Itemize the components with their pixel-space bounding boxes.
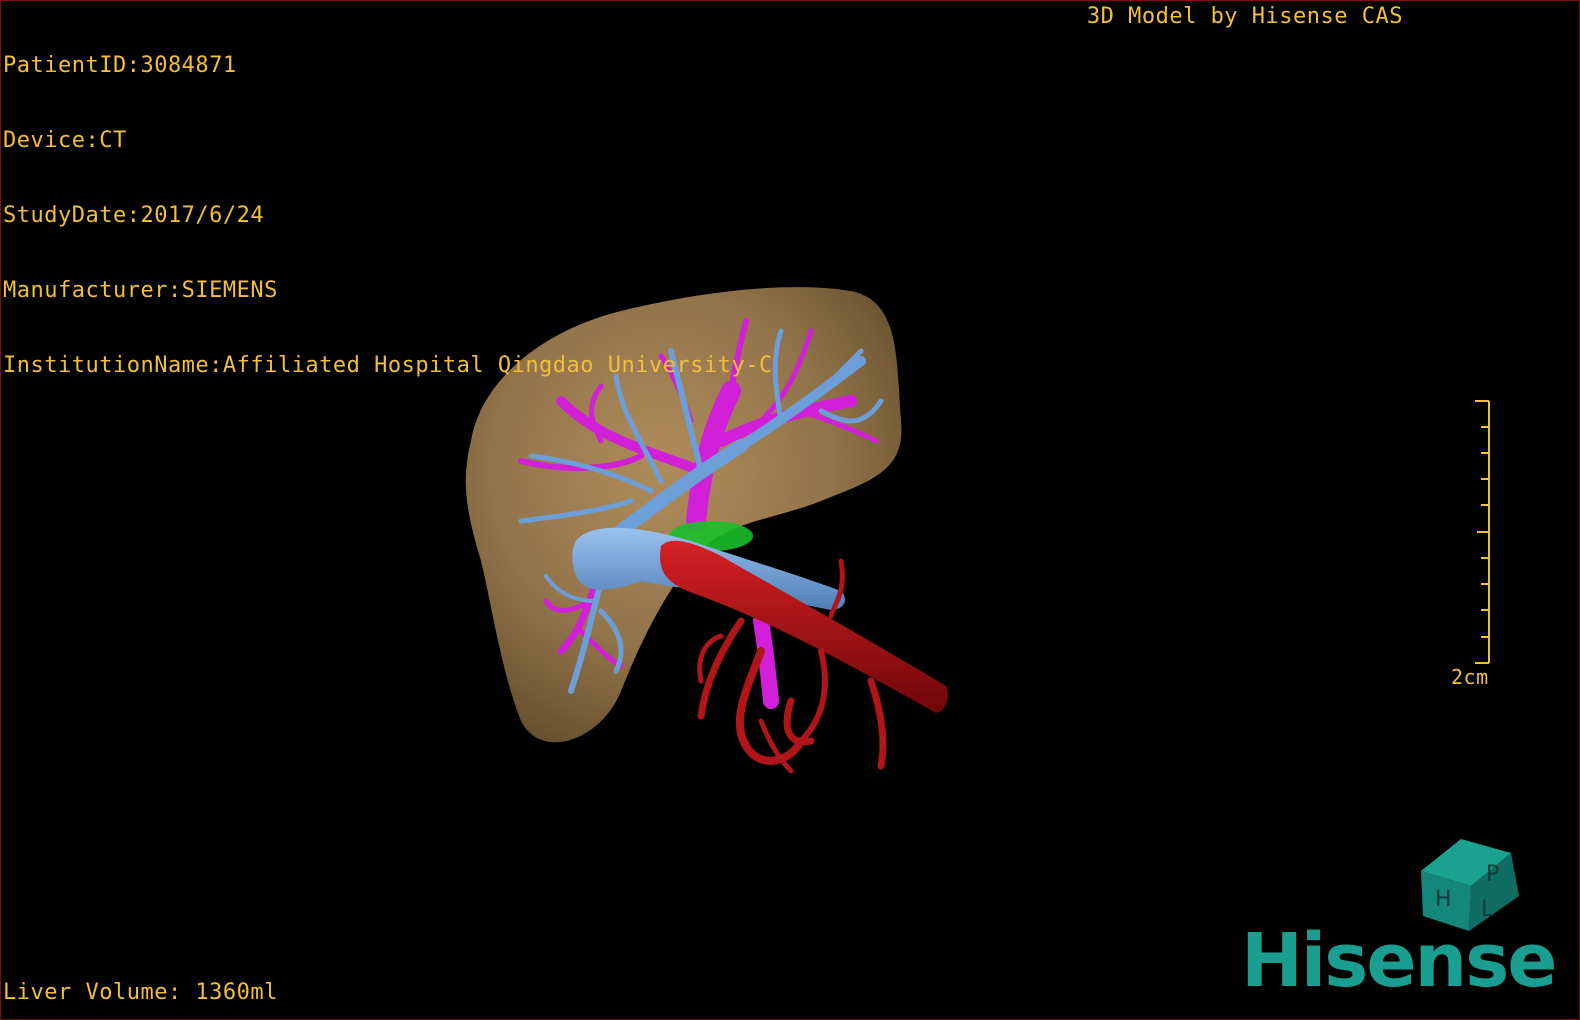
svg-text:P: P	[1486, 862, 1499, 887]
3d-viewport[interactable]: P H L PatientID:3084871 Device:CT StudyD…	[0, 0, 1580, 1020]
device: Device:CT	[3, 128, 127, 153]
liver-volume: Liver Volume: 1360ml	[3, 980, 278, 1005]
scale-bar-label: 2cm	[1451, 665, 1489, 689]
hisense-logo: Hisense	[1241, 918, 1557, 1004]
patient-id: PatientID:3084871	[3, 53, 237, 78]
scale-bar	[1475, 400, 1490, 664]
aorta	[660, 540, 948, 713]
artery	[660, 540, 948, 774]
institution-name: InstitutionName:Affiliated Hospital Qing…	[3, 353, 773, 378]
manufacturer: Manufacturer:SIEMENS	[3, 278, 278, 303]
svg-text:H: H	[1435, 887, 1452, 912]
patient-info-panel: PatientID:3084871 Device:CT StudyDate:20…	[3, 3, 773, 428]
model-brand-title: 3D Model by Hisense CAS	[1086, 4, 1403, 29]
study-date: StudyDate:2017/6/24	[3, 203, 265, 228]
